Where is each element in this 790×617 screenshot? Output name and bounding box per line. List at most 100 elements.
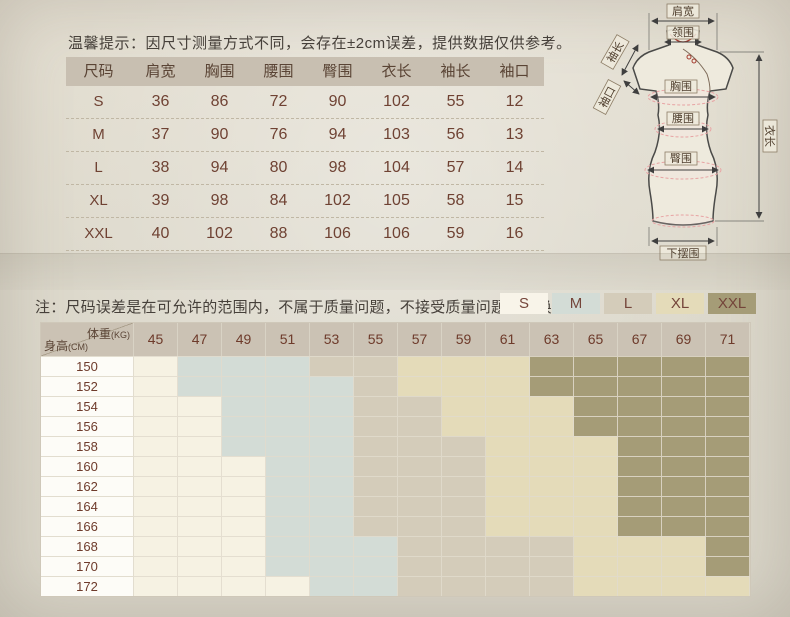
fit-cell-xxl: [706, 436, 750, 456]
weight-header-cell: 57: [398, 323, 442, 356]
measurement-value: 102: [190, 218, 249, 250]
fit-cell-s: [134, 356, 178, 376]
measurement-value: 38: [131, 152, 190, 184]
fit-cell-xl: [442, 396, 486, 416]
measurement-value: 13: [485, 119, 544, 151]
size-label: XXL: [66, 218, 131, 250]
fit-cell-xxl: [574, 416, 618, 436]
fit-cell-xxl: [662, 496, 706, 516]
fit-cell-xxl: [618, 356, 662, 376]
measurement-value: 40: [131, 218, 190, 250]
fit-cell-xl: [618, 576, 662, 596]
weight-header-cell: 71: [706, 323, 750, 356]
fit-cell-l: [530, 556, 574, 576]
fit-cell-l: [398, 536, 442, 556]
fit-cell-xxl: [662, 356, 706, 376]
fit-cell-xxl: [706, 536, 750, 556]
fit-table-row: 166: [41, 516, 750, 536]
fit-cell-s: [178, 556, 222, 576]
fit-cell-m: [222, 376, 266, 396]
size-table-header-cell: 胸围: [190, 57, 249, 86]
fit-cell-xl: [398, 356, 442, 376]
fit-cell-m: [354, 576, 398, 596]
fit-cell-s: [178, 516, 222, 536]
measurement-value: 12: [485, 86, 544, 118]
fit-cell-s: [134, 416, 178, 436]
divider-band: [0, 253, 790, 290]
fit-cell-l: [442, 516, 486, 536]
fit-table-row: 164: [41, 496, 750, 516]
fit-cell-l: [442, 496, 486, 516]
fit-table-row: 154: [41, 396, 750, 416]
fit-cell-l: [486, 556, 530, 576]
fit-cell-m: [266, 416, 310, 436]
weight-header-cell: 67: [618, 323, 662, 356]
fit-cell-s: [134, 376, 178, 396]
measurement-value: 105: [367, 185, 426, 217]
fit-cell-xl: [486, 456, 530, 476]
fit-table-body: 150152154156158160162164166168170172: [41, 356, 750, 596]
fit-table-header-row: 体重(KG) 身高(CM) 45474951535557596163656769…: [41, 323, 750, 356]
fit-cell-xxl: [662, 476, 706, 496]
measurement-value: 59: [426, 218, 485, 250]
height-value: 164: [41, 496, 134, 516]
fit-cell-m: [266, 516, 310, 536]
fit-cell-xl: [486, 376, 530, 396]
measurement-value: 36: [131, 86, 190, 118]
fit-cell-m: [310, 516, 354, 536]
fit-cell-l: [354, 376, 398, 396]
fit-cell-l: [354, 456, 398, 476]
fit-cell-l: [442, 556, 486, 576]
fit-cell-xl: [530, 416, 574, 436]
fit-cell-s: [222, 576, 266, 596]
fit-cell-l: [442, 576, 486, 596]
fit-table-row: 152: [41, 376, 750, 396]
fit-cell-xxl: [662, 516, 706, 536]
fit-cell-xl: [486, 356, 530, 376]
fit-cell-s: [178, 536, 222, 556]
fit-cell-l: [354, 396, 398, 416]
fit-cell-xxl: [662, 376, 706, 396]
fit-cell-xl: [530, 496, 574, 516]
size-table-row: XXL40102881061065916: [66, 218, 544, 251]
fit-table-row: 150: [41, 356, 750, 376]
fit-cell-xl: [530, 396, 574, 416]
measurement-value: 16: [485, 218, 544, 250]
legend-swatch-XXL: XXL: [708, 293, 756, 314]
svg-text:腰围: 腰围: [672, 112, 694, 125]
measurement-value: 102: [308, 185, 367, 217]
fit-cell-xl: [486, 476, 530, 496]
measurement-value: 90: [190, 119, 249, 151]
fit-table-row: 170: [41, 556, 750, 576]
fit-table-row: 172: [41, 576, 750, 596]
measurement-value: 88: [249, 218, 308, 250]
legend-swatch-XL: XL: [656, 293, 704, 314]
fit-cell-xl: [618, 536, 662, 556]
size-table-header-row: 尺码肩宽胸围腰围臀围衣长袖长袖口: [66, 57, 544, 86]
fit-cell-xxl: [662, 456, 706, 476]
fit-cell-xxl: [618, 396, 662, 416]
weight-header-cell: 49: [222, 323, 266, 356]
fit-cell-m: [310, 476, 354, 496]
fit-table-row: 168: [41, 536, 750, 556]
measurement-value: 15: [485, 185, 544, 217]
fit-cell-l: [354, 476, 398, 496]
fit-cell-s: [222, 516, 266, 536]
corner-cell: 体重(KG) 身高(CM): [41, 323, 134, 356]
weight-header-cell: 45: [134, 323, 178, 356]
size-table-header-cell: 臀围: [308, 57, 367, 86]
fit-cell-l: [398, 436, 442, 456]
svg-text:臀围: 臀围: [670, 152, 692, 165]
fit-cell-m: [266, 376, 310, 396]
fit-cell-xl: [530, 456, 574, 476]
fit-cell-xxl: [662, 396, 706, 416]
fit-cell-m: [310, 396, 354, 416]
fit-cell-xl: [574, 496, 618, 516]
fit-cell-xl: [486, 496, 530, 516]
fit-cell-l: [530, 576, 574, 596]
fit-cell-s: [222, 496, 266, 516]
fit-cell-l: [442, 456, 486, 476]
fit-cell-m: [178, 356, 222, 376]
size-chart-page: 温馨提示：因尺寸测量方式不同，会存在±2cm误差，提供数据仅供参考。 尺码肩宽胸…: [0, 0, 790, 617]
fit-cell-m: [354, 556, 398, 576]
